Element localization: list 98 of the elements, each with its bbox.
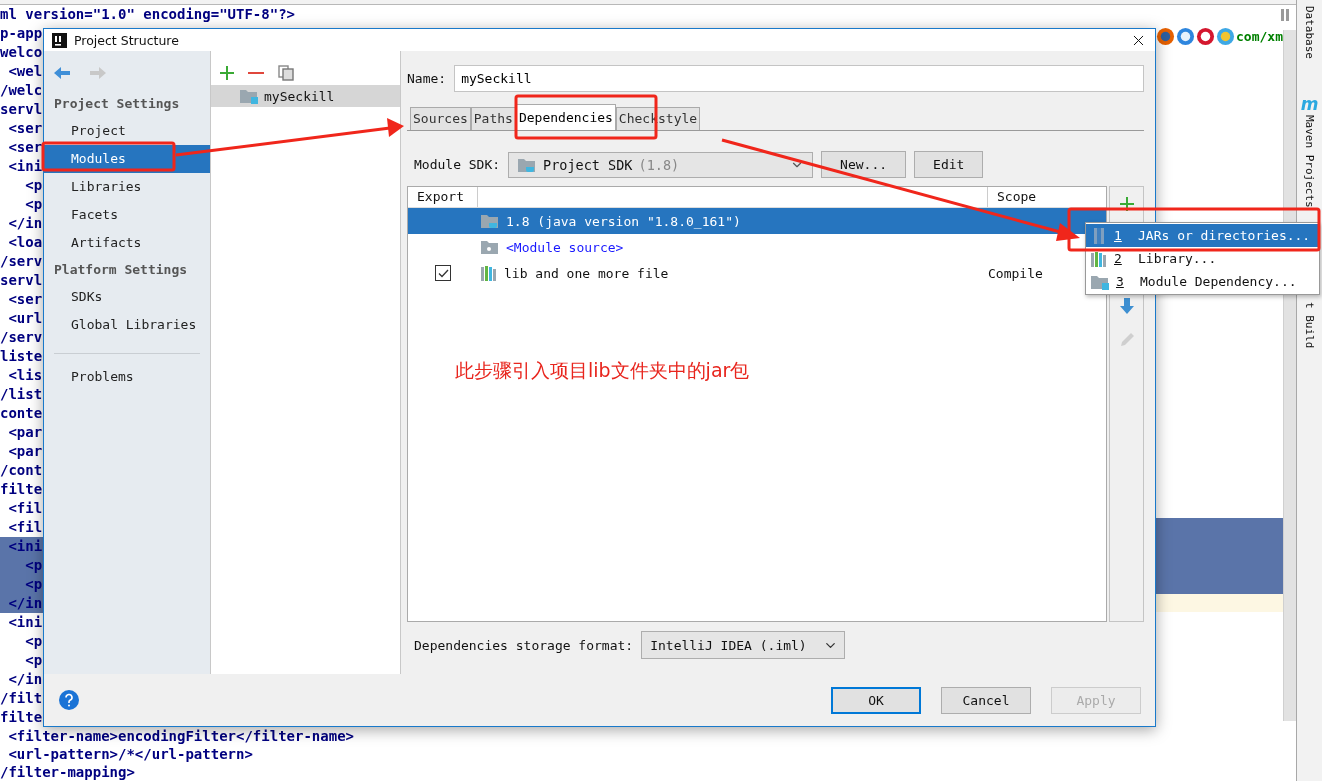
browser-icon xyxy=(1176,26,1196,46)
code-line: /list xyxy=(0,385,43,404)
help-icon[interactable] xyxy=(58,689,80,711)
code-line: <fil xyxy=(7,518,43,537)
module-folder-icon xyxy=(1090,273,1110,290)
sidebar-item[interactable]: Project xyxy=(44,117,210,145)
scope-value: Compile xyxy=(988,265,1043,281)
export-checkbox[interactable] xyxy=(435,265,451,281)
browser-icon xyxy=(1216,26,1236,46)
code-line: ml version="1.0" encoding="UTF-8"?> xyxy=(0,5,295,24)
code-line: /cont xyxy=(0,461,43,480)
back-arrow-icon[interactable] xyxy=(53,66,71,80)
sidebar-item[interactable]: Problems xyxy=(44,363,210,391)
tool-window-tab[interactable]: Database xyxy=(1303,6,1316,59)
app-logo-icon xyxy=(52,32,67,48)
browser-icon xyxy=(1196,26,1216,46)
folder-icon xyxy=(480,239,500,255)
code-line: <ser xyxy=(7,290,43,309)
dependency-name: 1.8 (java version "1.8.0_161") xyxy=(506,213,741,229)
dialog-button[interactable]: Cancel xyxy=(941,686,1032,714)
code-line: p-app xyxy=(0,24,43,43)
pause-icon[interactable] xyxy=(1280,8,1290,21)
module-item[interactable]: mySeckill xyxy=(211,85,400,107)
storage-format-label: Dependencies storage format: xyxy=(414,637,634,653)
storage-format-dropdown[interactable]: IntelliJ IDEA (.iml) xyxy=(641,631,845,659)
code-line: filte xyxy=(0,480,43,499)
module-folder-icon xyxy=(239,88,259,104)
sidebar-item[interactable]: Libraries xyxy=(44,173,210,201)
code-line: /filt xyxy=(0,689,43,708)
module-sdk-label: Module SDK: xyxy=(414,157,501,172)
sidebar-item[interactable]: Artifacts xyxy=(44,229,210,257)
tab[interactable]: Paths xyxy=(470,107,516,130)
code-line: <ini xyxy=(7,157,43,176)
code-line: <ser xyxy=(7,119,43,138)
code-line: <par xyxy=(7,423,43,442)
sdk-version: (1.8) xyxy=(638,156,680,173)
column-header: Export xyxy=(408,187,478,207)
code-line: </in xyxy=(7,214,43,233)
sidebar-item[interactable]: Global Libraries xyxy=(44,311,210,339)
sdk-button[interactable]: New... xyxy=(821,151,907,178)
code-line: <loa xyxy=(7,233,43,252)
code-line: <filter-name>encodingFilter</filter-name> xyxy=(7,727,355,745)
sdk-button[interactable]: Edit xyxy=(914,151,984,178)
code-line: liste xyxy=(0,347,43,366)
code-line: /serv xyxy=(0,328,43,347)
dialog-button[interactable]: OK xyxy=(831,686,922,714)
table-row[interactable]: 1.8 (java version "1.8.0_161") xyxy=(408,208,1107,234)
code-line: <wel xyxy=(7,62,43,81)
column-header: Scope xyxy=(996,188,1038,206)
annotation-text: 此步骤引入项目lib文件夹中的jar包 xyxy=(455,358,750,383)
tab[interactable]: Sources xyxy=(410,107,471,130)
code-line: filte xyxy=(0,708,43,727)
tool-window-tab[interactable]: Maven Projects xyxy=(1303,115,1316,208)
section-heading: Project Settings xyxy=(53,95,181,113)
code-line: <url xyxy=(7,309,43,328)
add-icon[interactable] xyxy=(220,66,234,80)
dependency-name: <Module source> xyxy=(506,239,624,255)
code-line: /serv xyxy=(0,252,43,271)
code-text: com/xm xyxy=(1236,28,1283,44)
library-icon xyxy=(1090,250,1108,267)
code-line: <ini xyxy=(7,613,43,632)
code-line: <par xyxy=(7,442,43,461)
code-line: <p xyxy=(24,651,43,670)
code-line: <ser xyxy=(7,138,43,157)
code-line: conte xyxy=(0,404,43,423)
code-line: <p xyxy=(24,632,43,651)
name-label: Name: xyxy=(407,71,447,86)
library-icon xyxy=(480,265,498,281)
sidebar-item[interactable]: SDKs xyxy=(44,283,210,311)
code-line: <url-pattern>/*</url-pattern> xyxy=(7,745,254,763)
name-field[interactable]: mySeckill xyxy=(454,65,1145,92)
section-heading: Platform Settings xyxy=(53,261,189,279)
add-icon[interactable] xyxy=(1119,197,1134,211)
code-line: <lis xyxy=(7,366,43,385)
copy-icon[interactable] xyxy=(278,65,294,81)
tab[interactable]: Dependencies xyxy=(515,104,616,130)
sdk-folder-icon xyxy=(480,213,500,229)
storage-format-value: IntelliJ IDEA (.iml) xyxy=(650,637,807,653)
sdk-folder-icon xyxy=(517,156,538,173)
sidebar-item[interactable]: Facets xyxy=(44,201,210,229)
code-line: servl xyxy=(0,100,43,119)
code-line: welco xyxy=(0,43,43,62)
code-line: /welc xyxy=(0,81,43,100)
code-line: <p xyxy=(24,195,43,214)
code-line: servl xyxy=(0,271,43,290)
sdk-value: Project SDK xyxy=(543,156,633,173)
sdk-dropdown[interactable]: Project SDK (1.8) xyxy=(508,151,814,178)
browser-icon xyxy=(1156,26,1176,46)
window-title: Project Structure xyxy=(74,32,180,48)
dependency-name: lib and one more file xyxy=(504,265,669,281)
code-line: <fil xyxy=(7,499,43,518)
maven-letter: m xyxy=(1300,97,1319,111)
tool-window-tab[interactable]: t Build xyxy=(1303,301,1316,349)
code-line: <p xyxy=(24,176,43,195)
code-line: /filter-mapping> xyxy=(0,763,136,781)
code-line: </in xyxy=(7,670,43,689)
move-down-icon[interactable] xyxy=(1118,298,1135,314)
menu-item[interactable]: 1 JARs or directories... xyxy=(1086,224,1319,247)
